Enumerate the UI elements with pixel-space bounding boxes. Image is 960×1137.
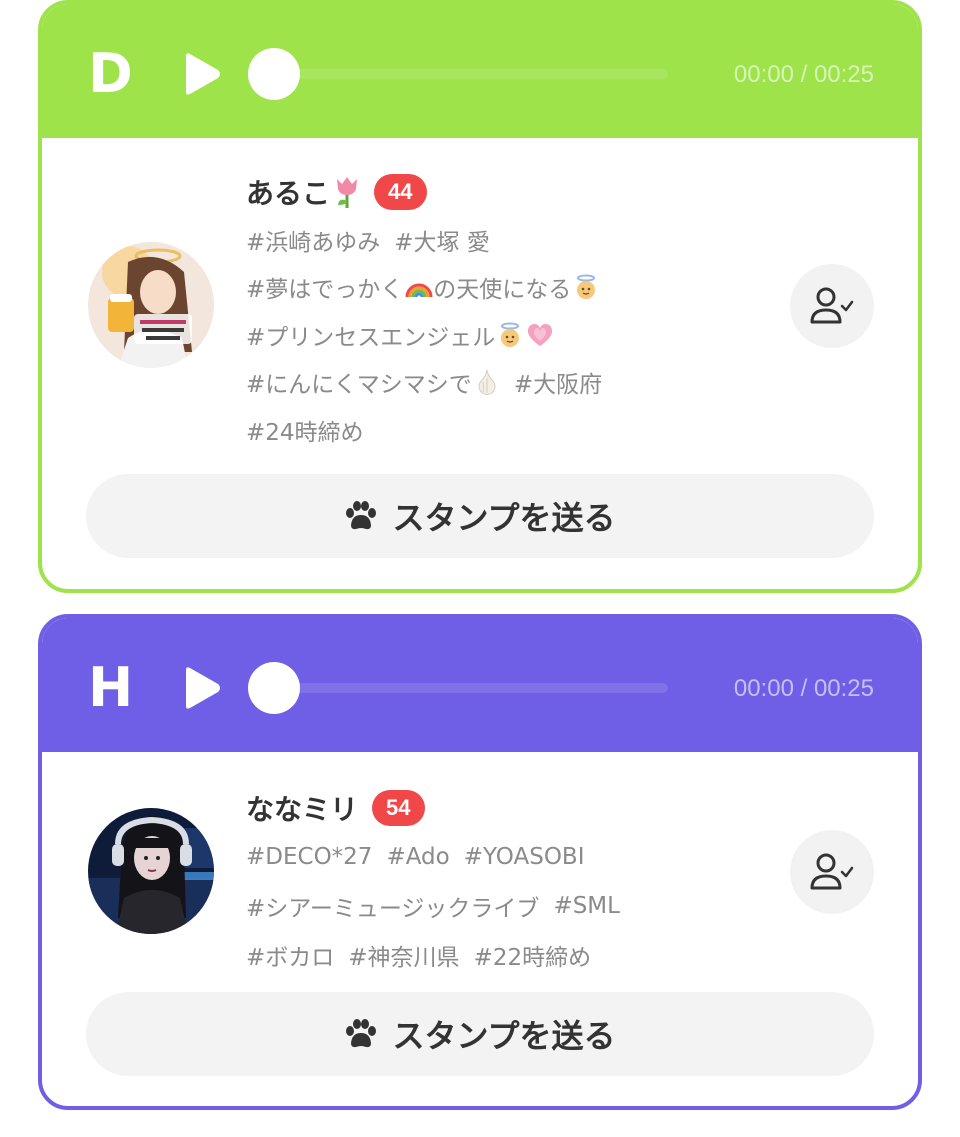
play-button[interactable] — [182, 52, 222, 96]
tag[interactable]: #にんにくマシマシで — [246, 365, 472, 399]
send-stamp-button[interactable]: スタンプを送る — [86, 474, 874, 558]
play-button[interactable] — [182, 666, 222, 710]
play-icon — [186, 53, 220, 95]
user-name: ななミリ — [246, 793, 359, 826]
follow-button[interactable] — [790, 264, 874, 348]
playback-time: 00:00 / 00:25 — [733, 61, 874, 88]
send-stamp-label: スタンプを送る — [392, 1017, 616, 1055]
tag[interactable]: #夢はでっかく — [246, 270, 403, 304]
grade-label: D — [88, 42, 133, 105]
progress-track[interactable] — [288, 69, 668, 79]
progress-knob[interactable] — [248, 48, 300, 100]
tag[interactable]: #神奈川県 — [348, 938, 459, 972]
profile-card: D 00:00 / 00:25 あるこ 44 #浜崎あゆみ #大塚 愛 #夢はで… — [38, 0, 922, 593]
tag[interactable]: #DECO*27 — [246, 844, 372, 870]
tag-list: #DECO*27 #Ado #YOASOBI #シアーミュージックライブ #SM… — [246, 832, 746, 979]
tag[interactable]: #24時締め — [246, 413, 364, 447]
tag[interactable]: #大塚 愛 — [394, 223, 490, 257]
send-stamp-label: スタンプを送る — [392, 499, 616, 537]
profile-info: ななミリ 54 #DECO*27 #Ado #YOASOBI #シアーミュージッ… — [246, 786, 746, 979]
user-name: あるこ — [246, 177, 331, 210]
tag[interactable]: の天使になる — [433, 270, 571, 304]
pink-heart-icon — [528, 323, 553, 346]
voice-player: H 00:00 / 00:25 — [42, 618, 918, 752]
progress-track[interactable] — [288, 683, 668, 693]
level-badge: 44 — [374, 174, 427, 210]
tag[interactable]: #ボカロ — [246, 938, 334, 972]
tag[interactable]: #22時締め — [474, 938, 592, 972]
playback-time: 00:00 / 00:25 — [733, 675, 874, 702]
person-check-icon — [810, 853, 854, 890]
garlic-icon — [478, 370, 496, 396]
tag[interactable]: #YOASOBI — [464, 844, 585, 870]
angel-face-icon — [577, 274, 596, 300]
send-stamp-button[interactable]: スタンプを送る — [86, 992, 874, 1076]
person-check-icon — [810, 287, 854, 324]
tag[interactable]: #SML — [553, 893, 620, 919]
paw-icon — [346, 1019, 377, 1048]
grade-label: H — [88, 656, 134, 719]
angel-face-icon — [501, 322, 520, 347]
tag[interactable]: #浜崎あゆみ — [246, 223, 380, 257]
avatar[interactable] — [88, 242, 214, 368]
profile-info: あるこ 44 #浜崎あゆみ #大塚 愛 #夢はでっかく の天使になる #プリンセ… — [246, 170, 746, 454]
play-icon — [186, 667, 220, 709]
rainbow-icon — [405, 283, 433, 298]
paw-icon — [346, 501, 377, 530]
tag[interactable]: #シアーミュージックライブ — [246, 889, 539, 923]
tag[interactable]: #大阪府 — [514, 365, 602, 399]
voice-player: D 00:00 / 00:25 — [42, 4, 918, 138]
tag-list: #浜崎あゆみ #大塚 愛 #夢はでっかく の天使になる #プリンセスエンジェル … — [246, 216, 746, 454]
tag[interactable]: #Ado — [386, 844, 449, 870]
follow-button[interactable] — [790, 830, 874, 914]
level-badge: 54 — [372, 790, 425, 826]
profile-card: H 00:00 / 00:25 ななミリ 54 #DECO*27 #Ado #Y… — [38, 614, 922, 1110]
progress-knob[interactable] — [248, 662, 300, 714]
tulip-emoji-icon — [337, 177, 358, 208]
tag[interactable]: #プリンセスエンジェル — [246, 318, 495, 352]
avatar[interactable] — [88, 808, 214, 934]
